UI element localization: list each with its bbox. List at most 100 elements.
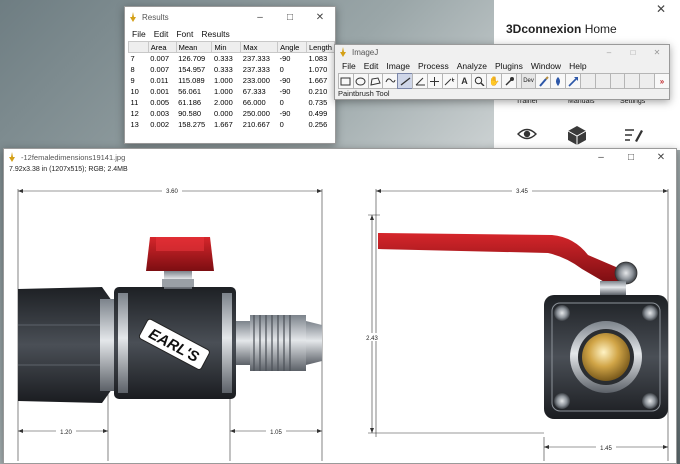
text-tool-icon[interactable]: A [456,73,473,89]
tool-slot-empty[interactable] [579,73,596,89]
table-cell: 1.083 [308,53,328,63]
column-header[interactable] [128,41,149,53]
maximize-icon[interactable]: □ [616,149,646,165]
table-cell: 0.000 [213,108,233,118]
table-row[interactable]: 8 0.007 154.957 0.333 237.333 0 1.070 [129,64,335,75]
dev-tool-icon[interactable]: Dev [520,73,537,89]
line-tool-icon[interactable] [397,73,414,89]
tool-slot-empty[interactable] [609,73,626,89]
eye-icon[interactable] [516,124,538,149]
window-controls: – □ ✕ [586,149,676,169]
column-header-length[interactable]: Length [305,41,335,53]
body-edge-left [118,293,128,393]
table-cell: 67.333 [242,86,266,96]
column-header-area[interactable]: Area [147,41,177,53]
cube-icon[interactable] [566,124,588,150]
menu-edit[interactable]: Edit [360,61,383,71]
table-cell: 0.210 [308,86,328,96]
maximize-icon[interactable]: □ [621,45,645,59]
body-edge-right [222,293,232,393]
valve-end-view [378,233,668,419]
imagej-titlebar[interactable]: ImageJ – □ ✕ [335,45,669,59]
pen-list-icon[interactable] [622,124,644,150]
table-cell: 0 [279,64,284,74]
wand-tool-icon[interactable] [441,73,458,89]
menu-file[interactable]: File [338,61,360,71]
close-icon[interactable]: ✕ [656,2,666,16]
table-row[interactable]: 13 0.002 158.275 1.667 210.667 0 0.256 [129,119,335,130]
table-cell: 0.002 [150,119,170,129]
freehand-tool-icon[interactable] [382,73,399,89]
column-header-min[interactable]: Min [211,41,242,53]
hand-tool-icon[interactable]: ✋ [486,73,503,89]
connexion-brand: 3Dconnexion [506,22,582,36]
tool-slot-empty[interactable] [639,73,656,89]
table-row[interactable]: 7 0.007 126.709 0.333 237.333 -90 1.083 [129,53,335,64]
column-header-angle[interactable]: Angle [277,41,307,53]
results-table: Area Mean Min Max Angle Length 7 0.007 126… [128,41,335,130]
tool-slot-empty[interactable] [594,73,611,89]
imagej-app-icon [129,12,137,22]
close-icon[interactable]: ✕ [645,45,669,59]
maximize-icon[interactable]: □ [275,7,305,27]
point-tool-icon[interactable] [426,73,443,89]
table-cell: 0.333 [213,53,233,63]
bolt-icon [554,305,570,321]
arrow-tool-icon[interactable] [565,73,581,89]
menu-font[interactable]: Font [172,29,197,39]
close-icon[interactable]: ✕ [305,7,335,27]
table-cell: 237.333 [242,64,270,74]
menu-file[interactable]: File [128,29,150,39]
menu-plugins[interactable]: Plugins [491,61,527,71]
angle-tool-icon[interactable] [412,73,428,89]
table-cell: 0.333 [213,64,233,74]
table-cell: 126.709 [178,53,206,63]
dropper-tool-icon[interactable] [501,73,517,89]
table-row[interactable]: 9 0.011 115.089 1.000 233.000 -90 1.667 [129,75,335,86]
menu-image[interactable]: Image [382,61,414,71]
paintbrush-tool-icon[interactable] [535,73,552,89]
flood-fill-tool-icon[interactable] [550,73,567,89]
table-cell: 0 [279,97,284,107]
column-header-mean[interactable]: Mean [175,41,213,53]
oval-tool-icon[interactable] [352,73,369,89]
table-cell: 0.256 [308,119,328,129]
table-cell: 61.186 [178,97,202,107]
menu-edit[interactable]: Edit [150,29,173,39]
more-tools-icon[interactable]: » [654,73,669,89]
connexion-title: 3Dconnexion Home [506,22,617,36]
valve-drawing-canvas[interactable]: 3.60 1.20 1.05 EARL'S 3.45 2.43 1.45 [4,175,677,464]
minimize-icon[interactable]: – [586,149,616,165]
tool-slot-empty[interactable] [624,73,641,89]
polygon-tool-icon[interactable] [367,73,384,89]
minimize-icon[interactable]: – [245,7,275,27]
table-cell: 0.005 [150,97,170,107]
column-header-max[interactable]: Max [240,41,279,53]
table-cell: 0.499 [308,108,328,118]
menu-help[interactable]: Help [565,61,590,71]
magnifier-tool-icon[interactable] [471,73,488,89]
image-titlebar[interactable]: -12femaledimensions19141.jpg – □ ✕ [4,149,676,165]
table-cell: 1.667 [308,75,328,85]
image-info: 7.92x3.38 in (1207x515); RGB; 2.4MB [9,166,128,173]
results-titlebar[interactable]: Results – □ ✕ [125,7,335,27]
table-row[interactable]: 11 0.005 61.186 2.000 66.000 0 0.735 [129,97,335,108]
table-cell: 154.957 [178,64,206,74]
minimize-icon[interactable]: – [597,45,621,59]
table-row[interactable]: 10 0.001 56.061 1.000 67.333 -90 0.210 [129,86,335,97]
dim-right-height: 2.43 [366,336,378,342]
close-icon[interactable]: ✕ [646,149,676,165]
table-cell: 0.001 [150,86,170,96]
rectangle-tool-icon[interactable] [338,73,354,89]
results-menubar: File Edit Font Results [125,27,335,41]
table-row[interactable]: 12 0.003 90.580 0.000 250.000 -90 0.499 [129,108,335,119]
menu-analyze[interactable]: Analyze [453,61,491,71]
stem-collar [162,279,194,287]
menu-process[interactable]: Process [414,61,453,71]
image-window: -12femaledimensions19141.jpg – □ ✕ 7.92x… [3,148,677,464]
imagej-title: ImageJ [352,47,379,57]
menu-window[interactable]: Window [527,61,565,71]
table-cell: 56.061 [178,86,202,96]
menu-results[interactable]: Results [197,29,233,39]
table-cell: 0 [279,119,284,129]
